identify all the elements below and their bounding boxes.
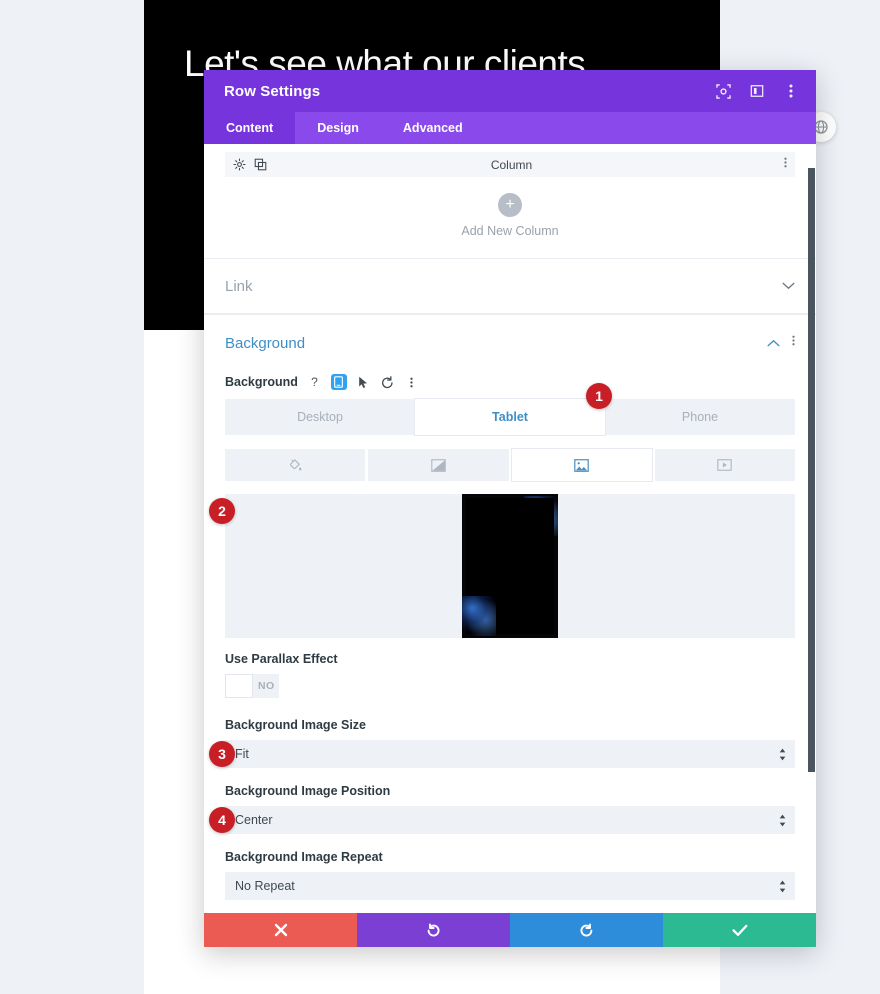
link-section-title: Link — [225, 277, 253, 295]
background-image-size-select[interactable]: Fit — [225, 740, 795, 768]
header-icon-group — [714, 82, 800, 100]
split-panel-icon[interactable] — [748, 82, 766, 100]
background-type-tabs — [225, 449, 795, 481]
modal-header: Row Settings — [204, 70, 816, 112]
hover-cursor-icon[interactable] — [356, 375, 371, 390]
background-section-title: Background — [225, 334, 306, 352]
image-icon — [574, 458, 589, 472]
save-button[interactable] — [663, 913, 816, 947]
background-image-position-select[interactable]: Center — [225, 806, 795, 834]
close-icon — [274, 923, 287, 937]
background-image-size-value: Fit — [235, 747, 249, 761]
column-bar[interactable]: Column — [225, 152, 795, 177]
column-kebab-menu-icon[interactable] — [784, 156, 787, 174]
background-image-thumbnail — [462, 494, 558, 638]
video-icon — [717, 459, 733, 471]
cancel-button[interactable] — [204, 913, 357, 947]
tab-design[interactable]: Design — [295, 112, 381, 144]
annotation-badge-4: 4 — [209, 807, 235, 833]
reset-icon[interactable] — [380, 375, 395, 390]
tab-advanced[interactable]: Advanced — [381, 112, 485, 144]
background-color-tab[interactable] — [225, 449, 366, 481]
focus-target-icon[interactable] — [714, 82, 732, 100]
thumbnail-inner-frame — [466, 498, 554, 634]
check-icon — [731, 924, 747, 936]
link-section-header[interactable]: Link — [204, 258, 816, 314]
annotation-badge-2: 2 — [209, 498, 235, 524]
background-section-kebab-menu-icon[interactable] — [792, 334, 795, 352]
background-control-row: Background ? — [225, 374, 795, 390]
background-video-tab[interactable] — [654, 449, 795, 481]
undo-button[interactable] — [357, 913, 510, 947]
modal-footer — [204, 913, 816, 947]
row-settings-modal: Row Settings Content Design Advanced Col… — [204, 70, 816, 947]
background-image-repeat-select[interactable]: No Repeat — [225, 872, 795, 900]
background-image-preview[interactable]: 2 — [209, 494, 795, 638]
annotation-badge-3: 3 — [209, 741, 235, 767]
parallax-toggle[interactable]: NO — [225, 674, 279, 698]
device-tab-tablet[interactable]: Tablet — [415, 399, 605, 435]
background-image-size-field: Background Image Size Fit 3 — [209, 718, 795, 768]
undo-icon — [427, 922, 440, 936]
toggle-knob — [226, 675, 252, 697]
spinner-icon — [779, 748, 786, 761]
column-bar-title: Column — [490, 157, 533, 172]
redo-icon — [580, 922, 593, 936]
background-section: Background Background ? Desktop Tablet P… — [204, 314, 816, 913]
background-section-header[interactable]: Background — [225, 315, 795, 371]
parallax-label: Use Parallax Effect — [225, 652, 338, 666]
background-section-header-icons — [767, 334, 795, 352]
parallax-field: Use Parallax Effect NO — [225, 652, 795, 702]
background-control-kebab-menu-icon[interactable] — [404, 375, 419, 390]
settings-scroll-content: Column + Add New Column Link Background … — [204, 152, 816, 913]
spinner-icon — [779, 880, 786, 893]
tab-content[interactable]: Content — [204, 112, 296, 144]
device-tab-desktop[interactable]: Desktop — [225, 399, 415, 435]
chevron-down-icon[interactable] — [782, 279, 795, 293]
redo-button[interactable] — [510, 913, 663, 947]
background-image-size-label: Background Image Size — [225, 718, 367, 732]
parallax-toggle-value: NO — [258, 680, 275, 692]
add-new-column-label: Add New Column — [461, 224, 559, 238]
background-image-tab[interactable] — [511, 449, 652, 481]
responsive-tablet-icon[interactable] — [330, 374, 347, 390]
background-image-repeat-label: Background Image Repeat — [225, 850, 383, 864]
settings-scrollbar-track[interactable] — [807, 144, 816, 913]
kebab-menu-icon[interactable] — [782, 82, 800, 100]
modal-title: Row Settings — [224, 82, 321, 100]
paint-bucket-icon — [290, 459, 302, 471]
device-tabs: Desktop Tablet Phone 1 — [225, 383, 795, 435]
background-image-repeat-value: No Repeat — [235, 879, 295, 893]
background-image-repeat-field: Background Image Repeat No Repeat — [225, 850, 795, 900]
settings-scrollbar-thumb[interactable] — [808, 168, 815, 772]
gradient-icon — [431, 458, 446, 472]
modal-tab-bar: Content Design Advanced — [204, 112, 816, 144]
annotation-badge-1: 1 — [586, 383, 612, 409]
spinner-icon — [779, 814, 786, 827]
background-image-position-value: Center — [235, 813, 273, 827]
background-image-position-field: Background Image Position Center 4 — [209, 784, 795, 834]
background-image-position-label: Background Image Position — [225, 784, 391, 798]
plus-icon: + — [498, 193, 522, 217]
device-tab-phone[interactable]: Phone — [605, 399, 795, 435]
background-control-label: Background — [225, 375, 298, 389]
help-icon[interactable]: ? — [307, 375, 322, 390]
chevron-up-icon[interactable] — [767, 334, 780, 352]
modal-body: Column + Add New Column Link Background … — [204, 144, 816, 913]
add-new-column-button[interactable]: + Add New Column — [204, 177, 816, 258]
background-gradient-tab[interactable] — [368, 449, 509, 481]
